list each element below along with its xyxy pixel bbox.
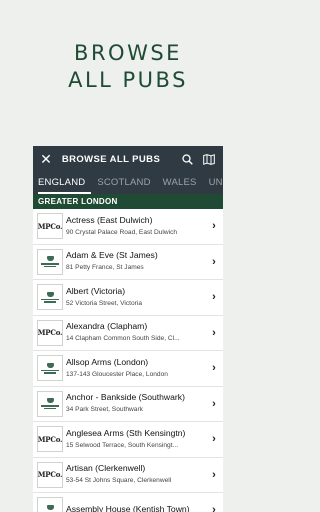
chevron-right-icon: ›: [212, 362, 216, 375]
headline-line-1: BROWSE: [74, 41, 182, 65]
pub-address: 81 Petty France, St James: [66, 264, 144, 272]
pub-address: 15 Selwood Terrace, South Kensingt...: [66, 441, 179, 449]
pub-name: Anglesea Arms (Sth Kensingtn): [66, 427, 186, 438]
promo-headline: BROWSE ALL PUBS: [0, 40, 256, 94]
pub-name: Allsop Arms (London): [66, 356, 149, 367]
mpc-logo: MPCo.: [37, 426, 63, 453]
tab-united[interactable]: UNITED: [209, 172, 223, 194]
list-item[interactable]: MPCo. Actress (East Dulwich) 90 Crystal Pa…: [33, 209, 223, 245]
chevron-right-icon: ›: [212, 220, 216, 233]
greene-king-logo: [37, 355, 63, 382]
mpc-logo-text: MPCo.: [37, 434, 63, 444]
pub-list: MPCo. Actress (East Dulwich) 90 Crystal Pa…: [33, 209, 223, 512]
pub-address: 52 Victoria Street, Victoria: [66, 299, 142, 307]
pub-text: Allsop Arms (London) 137-143 Gloucester P…: [66, 357, 209, 380]
region-header: GREATER LONDON: [33, 194, 223, 209]
country-tabs: ENGLANDSCOTLAND WALES UNITED: [33, 172, 223, 194]
pub-text: Actress (East Dulwich) 90 Crystal Palace …: [66, 215, 209, 238]
chevron-right-icon: ›: [212, 468, 216, 481]
toolbar: ✕ BROWSE ALL PUBS: [33, 146, 223, 172]
pub-text: Assembly House (Kentish Town): [66, 504, 209, 512]
list-item[interactable]: MPCo. Artisan (Clerkenwell) 53-54 St Johns…: [33, 458, 223, 493]
chevron-right-icon: ›: [212, 433, 216, 446]
mpc-logo: MPCo.: [37, 319, 63, 346]
pub-name: Assembly House (Kentish Town): [66, 503, 190, 512]
pub-text: Alexandra (Clapham) 14 Clapham Common Sou…: [66, 321, 209, 344]
headline-line-2: ALL PUBS: [68, 68, 188, 92]
chevron-right-icon: ›: [212, 255, 216, 268]
pub-text: Albert (Victoria) 52 Victoria Street, Vic…: [66, 286, 209, 309]
chevron-right-icon: ›: [212, 291, 216, 304]
greene-king-logo: [37, 248, 63, 275]
list-item[interactable]: Adam & Eve (St James) 81 Petty France, St…: [33, 245, 223, 280]
search-icon[interactable]: [179, 152, 195, 166]
list-item[interactable]: Assembly House (Kentish Town) ›: [33, 493, 223, 512]
toolbar-title: BROWSE ALL PUBS: [61, 153, 161, 165]
tab-scotland[interactable]: SCOTLAND: [97, 172, 156, 194]
pub-name: Anchor - Bankside (Southwark): [66, 392, 185, 403]
pub-text: Artisan (Clerkenwell) 53-54 St Johns Squa…: [66, 463, 209, 486]
greene-king-logo: [37, 497, 63, 512]
mpc-logo-text: MPCo.: [37, 221, 63, 231]
chevron-right-icon: ›: [212, 504, 216, 512]
pub-name: Actress (East Dulwich): [66, 214, 153, 225]
mpc-logo-text: MPCo.: [37, 328, 63, 338]
pub-name: Adam & Eve (St James): [66, 250, 158, 261]
list-item[interactable]: Anchor - Bankside (Southwark) 34 Park Str…: [33, 387, 223, 422]
close-icon[interactable]: ✕: [39, 152, 53, 166]
pub-address: 90 Crystal Palace Road, East Dulwich: [66, 228, 178, 236]
greene-king-logo: [37, 284, 63, 311]
chevron-right-icon: ›: [212, 326, 216, 339]
pub-address: 34 Park Street, Southwark: [66, 406, 143, 414]
pub-address: 14 Clapham Common South Side, Cl...: [66, 335, 180, 343]
mpc-logo: MPCo.: [37, 461, 63, 488]
pub-name: Albert (Victoria): [66, 285, 126, 296]
chevron-right-icon: ›: [212, 397, 216, 410]
app-screen: ✕ BROWSE ALL PUBS ENGLAND SCOTLAND WALES UN…: [33, 146, 223, 512]
pub-text: Anchor - Bankside (Southwark) 34 Park Str…: [66, 392, 209, 415]
list-item[interactable]: MPCo. Anglesea Arms (Sth Kensingtn) 15 Sel…: [33, 422, 223, 458]
list-item[interactable]: Albert (Victoria) 52 Victoria Street, Vic…: [33, 280, 223, 316]
pub-name: Artisan (Clerkenwell): [66, 463, 146, 474]
pub-text: Anglesea Arms (Sth Kensingtn) 15 Selwood …: [66, 428, 209, 451]
list-item[interactable]: MPCo. Alexandra (Clapham) 14 Clapham Commo…: [33, 316, 223, 351]
map-icon[interactable]: [201, 152, 217, 166]
list-item[interactable]: Allsop Arms (London) 137-143 Gloucester P…: [33, 351, 223, 387]
tab-wales[interactable]: WALES: [163, 172, 203, 194]
pub-address: 137-143 Gloucester Place, London: [66, 370, 168, 378]
mpc-logo: MPCo.: [37, 213, 63, 240]
greene-king-logo: [37, 390, 63, 417]
pub-name: Alexandra (Clapham): [66, 321, 148, 332]
tab-england[interactable]: ENGLAND: [38, 172, 92, 194]
mpc-logo-text: MPCo.: [37, 470, 63, 480]
pub-text: Adam & Eve (St James) 81 Petty France, St…: [66, 250, 209, 273]
pub-address: 53-54 St Johns Square, Clerkenwell: [66, 477, 172, 485]
